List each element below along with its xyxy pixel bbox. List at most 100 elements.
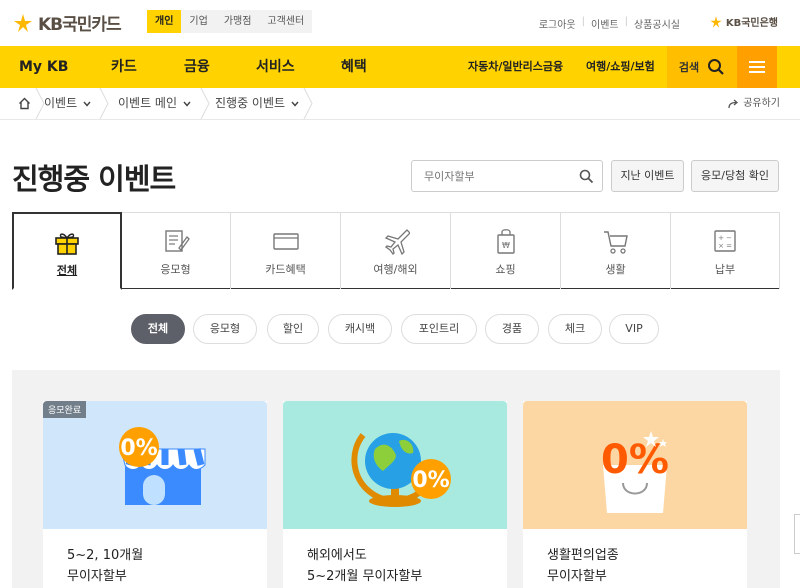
zero-percent-badge: 0% xyxy=(120,436,157,461)
segment-tab-business[interactable]: 기업 xyxy=(181,10,215,33)
tab-travel-overseas[interactable]: 여행/해외 xyxy=(341,212,451,289)
past-events-button[interactable]: 지난 이벤트 xyxy=(611,160,684,192)
filter-chip-check[interactable]: 체크 xyxy=(548,314,602,344)
breadcrumb-event-main[interactable]: 이벤트 메인 xyxy=(118,88,191,119)
segment-tab-personal[interactable]: 개인 xyxy=(147,10,182,33)
event-card[interactable]: 0% 응모완료 5~2, 10개월 무이자할부 xyxy=(43,401,267,588)
tab-label: 쇼핑 xyxy=(495,263,516,276)
chevron-down-icon xyxy=(183,101,191,107)
globe-illustration: 0% xyxy=(351,433,451,507)
event-link[interactable]: 이벤트 xyxy=(591,16,619,31)
airplane-icon xyxy=(384,229,410,255)
search-icon[interactable] xyxy=(579,169,594,184)
share-label: 공유하기 xyxy=(743,98,780,109)
global-nav: My KB 카드 금융 서비스 혜택 자동차/일반리스금융 여행/쇼핑/보험 검… xyxy=(0,46,800,88)
filter-chip-entry[interactable]: 응모형 xyxy=(193,314,257,344)
page-title: 진행중 이벤트 xyxy=(12,162,176,196)
logo-text: KB국민카드 xyxy=(38,15,122,35)
entry-complete-badge: 응모완료 xyxy=(43,401,87,418)
event-card-image: 0% xyxy=(523,401,747,529)
search-button[interactable]: 검색 xyxy=(667,46,737,88)
tab-label: 생활 xyxy=(605,263,626,276)
breadcrumb: 이벤트 이벤트 메인 진행중 이벤트 공유하기 xyxy=(0,88,800,120)
segment-tab-merchant[interactable]: 가맹점 xyxy=(216,10,260,33)
share-arrow-icon xyxy=(728,99,739,108)
nav-finance[interactable]: 금융 xyxy=(184,46,210,88)
kb-star-icon xyxy=(710,15,722,28)
nav-auto-lease-finance[interactable]: 자동차/일반리스금융 xyxy=(468,46,563,88)
event-search-input[interactable] xyxy=(412,161,572,191)
all-menu-button[interactable] xyxy=(737,46,777,88)
gift-icon xyxy=(55,233,79,255)
event-card-title: 5~2, 10개월 무이자할부 xyxy=(67,548,144,584)
event-card-title: 생활편의업종 무이자할부 xyxy=(547,548,619,584)
tab-all[interactable]: 전체 xyxy=(12,212,122,290)
svg-text:×: × xyxy=(718,242,724,250)
breadcrumb-separator xyxy=(200,88,210,119)
breadcrumb-ongoing-events[interactable]: 진행중 이벤트 xyxy=(215,88,299,119)
svg-text:₩: ₩ xyxy=(502,241,510,250)
event-card-title: 해외에서도 5~2개월 무이자할부 xyxy=(307,548,423,584)
breadcrumb-label: 이벤트 xyxy=(44,96,78,110)
nav-my-kb[interactable]: My KB xyxy=(19,46,68,88)
entry-result-check-button[interactable]: 응모/당첨 확인 xyxy=(691,160,779,192)
store-illustration: 0% xyxy=(119,427,206,505)
product-disclosure-link[interactable]: 상품공시실 xyxy=(634,16,680,31)
tab-shopping[interactable]: ₩ 쇼핑 xyxy=(451,212,561,289)
cart-icon xyxy=(603,231,628,254)
divider: | xyxy=(624,16,628,27)
breadcrumb-separator xyxy=(99,88,109,119)
breadcrumb-label: 진행중 이벤트 xyxy=(215,96,286,110)
tab-living[interactable]: 생활 xyxy=(561,212,671,289)
kb-bank-link[interactable]: KB국민은행 xyxy=(709,14,778,29)
svg-text:−: − xyxy=(726,234,732,242)
tab-label: 여행/해외 xyxy=(373,263,418,276)
filter-chip-vip[interactable]: VIP xyxy=(609,314,659,344)
hamburger-icon xyxy=(749,61,765,73)
tab-label: 카드혜택 xyxy=(265,263,306,276)
tab-payment[interactable]: + − × = 납부 xyxy=(671,212,780,289)
segment-tab-customer-center[interactable]: 고객센터 xyxy=(259,10,312,33)
event-card[interactable]: 0% 생활편의업종 무이자할부 xyxy=(523,401,747,588)
chevron-down-icon xyxy=(291,101,299,107)
tab-entry[interactable]: 응모형 xyxy=(121,212,231,289)
customer-segment-tabs: 개인 기업 가맹점 고객센터 xyxy=(147,10,313,33)
shopping-bag-icon: ₩ xyxy=(496,229,515,254)
kb-card-logo[interactable]: KB국민카드 xyxy=(12,10,122,35)
breadcrumb-events[interactable]: 이벤트 xyxy=(44,88,91,119)
filter-chip-cashback[interactable]: 캐시백 xyxy=(328,314,392,344)
logout-link[interactable]: 로그아웃 xyxy=(539,16,576,31)
filter-chip-discount[interactable]: 할인 xyxy=(267,314,319,344)
nav-service[interactable]: 서비스 xyxy=(256,46,295,88)
filter-chip-giveaway[interactable]: 경품 xyxy=(485,314,539,344)
divider: | xyxy=(581,16,586,27)
svg-text:+: + xyxy=(718,234,724,242)
svg-text:=: = xyxy=(726,242,732,250)
form-pen-icon xyxy=(164,230,190,252)
event-card-image: 0% xyxy=(283,401,507,529)
shopping-bag-illustration: 0% xyxy=(601,431,669,513)
filter-chip-pointree[interactable]: 포인트리 xyxy=(401,314,477,344)
nav-benefit[interactable]: 혜택 xyxy=(341,46,367,88)
top-bar: KB국민카드 개인 기업 가맹점 고객센터 로그아웃 | 이벤트 | 상품공시실… xyxy=(0,0,800,46)
kb-star-icon xyxy=(14,13,32,32)
search-label: 검색 xyxy=(678,61,700,74)
breadcrumb-separator xyxy=(303,88,313,119)
event-card[interactable]: 0% 해외에서도 5~2개월 무이자할부 xyxy=(283,401,507,588)
event-category-tabs: 전체 응모형 카드혜택 여행/해외 ₩ 쇼핑 생활 + − × = 납부 xyxy=(12,212,780,290)
tab-label: 납부 xyxy=(714,263,736,276)
tab-label: 전체 xyxy=(56,264,78,277)
tab-label: 응모형 xyxy=(160,263,191,276)
card-icon xyxy=(272,233,299,250)
home-icon[interactable] xyxy=(18,97,31,110)
tab-card-benefit[interactable]: 카드혜택 xyxy=(231,212,341,289)
nav-card[interactable]: 카드 xyxy=(111,46,137,88)
share-button[interactable]: 공유하기 xyxy=(728,88,780,119)
nav-travel-shopping-insurance[interactable]: 여행/쇼핑/보험 xyxy=(586,46,655,88)
floating-side-handle[interactable] xyxy=(794,514,800,554)
zero-percent-badge: 0% xyxy=(601,437,669,483)
filter-chip-all[interactable]: 전체 xyxy=(131,314,185,344)
event-search-box xyxy=(411,160,603,192)
breadcrumb-label: 이벤트 메인 xyxy=(118,96,178,110)
chevron-down-icon xyxy=(83,101,91,107)
